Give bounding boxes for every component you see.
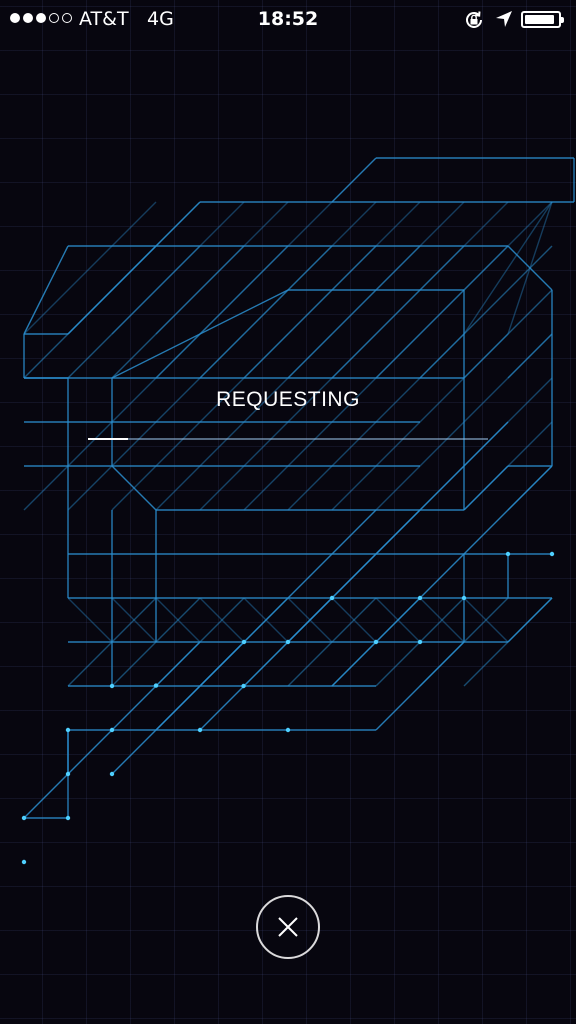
pattern-line bbox=[23, 201, 157, 335]
pattern-node bbox=[241, 683, 246, 689]
request-progress-bar bbox=[88, 438, 488, 440]
pattern-line bbox=[111, 201, 245, 335]
pattern-line bbox=[67, 201, 201, 335]
pattern-node bbox=[21, 859, 27, 865]
pattern-node bbox=[65, 771, 71, 777]
pattern-node bbox=[109, 727, 115, 733]
pattern-node bbox=[153, 683, 159, 688]
pattern-line bbox=[243, 201, 377, 335]
pattern-line bbox=[463, 201, 553, 335]
pattern-line bbox=[155, 201, 289, 335]
pattern-line bbox=[331, 201, 465, 335]
pattern-line bbox=[67, 597, 113, 643]
pattern-node bbox=[109, 683, 115, 689]
pattern-line bbox=[507, 333, 553, 379]
pattern-node bbox=[505, 551, 511, 557]
pattern-line bbox=[507, 201, 553, 335]
requesting-status-text: REQUESTING bbox=[216, 388, 360, 411]
pattern-line bbox=[23, 773, 69, 819]
close-icon bbox=[278, 917, 298, 937]
pattern-node bbox=[417, 639, 423, 645]
pattern-node bbox=[329, 595, 335, 601]
pattern-node bbox=[549, 551, 555, 557]
pattern-node bbox=[285, 727, 291, 733]
pattern-line bbox=[331, 157, 377, 203]
pattern-node bbox=[241, 639, 247, 645]
pattern-line bbox=[287, 201, 421, 335]
pattern-node bbox=[197, 727, 203, 733]
pattern-node bbox=[285, 639, 291, 645]
pattern-line bbox=[419, 245, 553, 379]
pattern-node bbox=[461, 595, 467, 601]
pattern-node bbox=[65, 815, 71, 821]
pattern-node bbox=[373, 639, 379, 645]
circuit-pattern bbox=[21, 157, 575, 865]
pattern-node bbox=[109, 771, 115, 777]
pattern-line bbox=[199, 201, 333, 335]
progress-fill bbox=[88, 438, 128, 440]
pattern-node bbox=[417, 595, 423, 601]
pattern-line bbox=[23, 245, 69, 335]
pattern-line bbox=[419, 201, 553, 335]
cancel-request-button[interactable] bbox=[256, 895, 320, 959]
pattern-node bbox=[21, 815, 27, 821]
pattern-line bbox=[507, 465, 553, 511]
pattern-line bbox=[375, 201, 509, 335]
pattern-node bbox=[65, 727, 71, 733]
